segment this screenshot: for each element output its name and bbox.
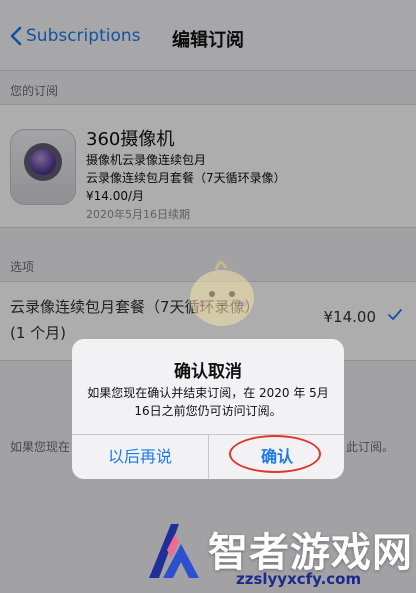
watermark-url: zzslyyxcfy.com [236,570,362,588]
later-button[interactable]: 以后再说 [72,435,208,479]
highlight-circle [229,435,321,473]
dialog-message: 如果您现在确认并结束订阅，在 2020 年 5月16日之前您仍可访问订阅。 [87,386,329,418]
confirm-cancel-dialog: 确认取消 如果您现在确认并结束订阅，在 2020 年 5月16日之前您仍可访问订… [72,339,344,479]
chevron-logo-icon [149,524,199,578]
chick-mascot-icon [190,261,254,326]
dialog-title: 确认取消 [174,362,242,382]
